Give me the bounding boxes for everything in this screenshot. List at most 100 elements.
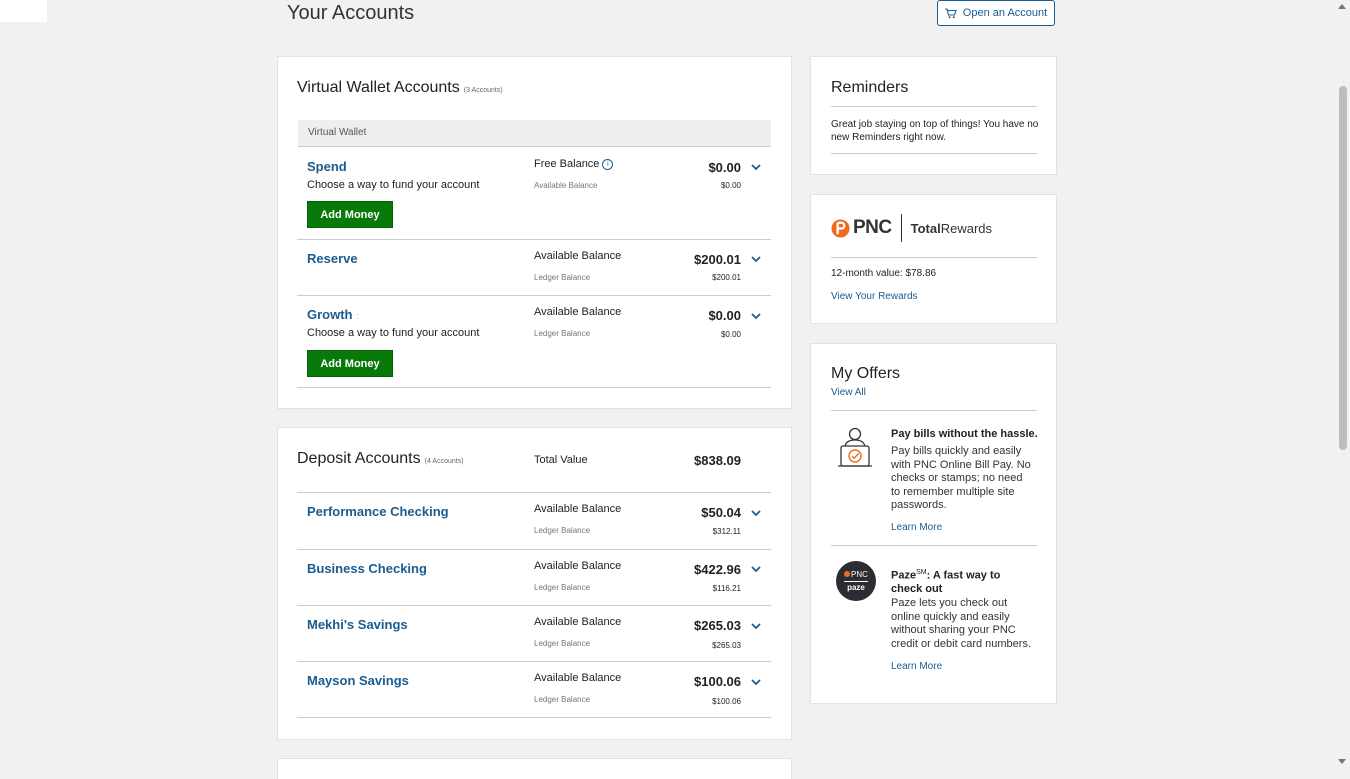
divider bbox=[297, 239, 771, 240]
paze-logo-word: paze bbox=[844, 581, 868, 592]
amount-sub-growth: $0.00 bbox=[720, 330, 741, 339]
offer-title-paze: PazeSM: A fast way to check out bbox=[891, 566, 1031, 596]
divider bbox=[297, 549, 771, 550]
info-icon[interactable]: i bbox=[602, 158, 614, 170]
account-desc-spend: Choose a way to fund your account bbox=[307, 179, 480, 191]
add-money-button[interactable]: Add Money bbox=[307, 201, 393, 228]
paze-logo-pnc-dot bbox=[844, 571, 851, 577]
scroll-thumb[interactable] bbox=[1339, 86, 1347, 450]
amount-sub-reserve: $200.01 bbox=[712, 273, 741, 282]
account-name-mekhis-savings[interactable]: Mekhi's Savings bbox=[307, 617, 408, 632]
virtual-wallet-title-text: Virtual Wallet Accounts bbox=[297, 79, 460, 96]
offers-card: My Offers View All Pay bills without the… bbox=[811, 344, 1056, 703]
balance-sub-reserve: Ledger Balance bbox=[534, 273, 591, 282]
chevron-down-icon[interactable] bbox=[750, 676, 762, 688]
open-account-label: Open an Account bbox=[962, 7, 1048, 19]
add-money-button[interactable]: Add Money bbox=[307, 350, 393, 377]
chevron-down-icon[interactable] bbox=[750, 507, 762, 519]
account-name-spend[interactable]: Spend bbox=[307, 159, 347, 174]
deposit-count: (4 Accounts) bbox=[424, 458, 464, 465]
amount: $422.96 bbox=[694, 562, 741, 577]
divider bbox=[831, 410, 1037, 411]
balance-sub-spend: Available Balance bbox=[534, 181, 598, 190]
paze-sm: SM bbox=[916, 569, 927, 576]
virtual-wallet-subheader: Virtual Wallet bbox=[298, 120, 771, 147]
reminders-text: Great job staying on top of things! You … bbox=[831, 119, 1039, 143]
total-value-amount: $838.09 bbox=[694, 453, 741, 468]
offer-text-paze: Paze lets you check out online quickly a… bbox=[891, 597, 1032, 650]
chevron-down-icon[interactable] bbox=[750, 161, 762, 173]
balance-sub: Ledger Balance bbox=[534, 583, 591, 592]
divider bbox=[831, 545, 1037, 546]
divider bbox=[831, 106, 1037, 107]
amount: $100.06 bbox=[694, 674, 741, 689]
divider bbox=[831, 257, 1037, 258]
page-title: Your Accounts bbox=[287, 2, 415, 24]
learn-more-link[interactable]: Learn More bbox=[891, 661, 942, 672]
amount-sub-spend: $0.00 bbox=[720, 181, 741, 190]
balance-sub: Ledger Balance bbox=[534, 695, 591, 704]
balance-label-spend-text: Free Balance bbox=[534, 158, 600, 170]
balance-label: Available Balance bbox=[534, 672, 622, 684]
offer-title-bill-pay: Pay bills without the hassle. bbox=[891, 428, 1038, 440]
chevron-down-icon[interactable] bbox=[750, 253, 762, 265]
value-amount: $78.86 bbox=[905, 268, 937, 279]
account-name-business-checking[interactable]: Business Checking bbox=[307, 561, 427, 576]
scroll-up-arrow-icon[interactable] bbox=[1338, 4, 1346, 9]
corner-box bbox=[0, 0, 47, 22]
virtual-wallet-count: (3 Accounts) bbox=[463, 87, 503, 94]
account-name-reserve[interactable]: Reserve bbox=[307, 251, 358, 266]
balance-label-growth: Available Balance bbox=[534, 306, 622, 318]
pnc-logo-icon bbox=[831, 218, 850, 238]
balance-label-spend: Free Balance i bbox=[534, 158, 614, 170]
chevron-down-icon[interactable] bbox=[750, 620, 762, 632]
balance-label-reserve: Available Balance bbox=[534, 250, 622, 262]
scroll-down-arrow-icon[interactable] bbox=[1338, 759, 1346, 764]
balance-sub: Ledger Balance bbox=[534, 639, 591, 648]
divider bbox=[297, 387, 771, 388]
view-all-link[interactable]: View All bbox=[831, 387, 866, 398]
reminders-card: Reminders Great job staying on top of th… bbox=[811, 57, 1056, 174]
rewards-card: PNC TotalRewards 12-month value: $78.86 … bbox=[811, 195, 1056, 323]
virtual-wallet-card: Virtual Wallet Accounts (3 Accounts) Virt… bbox=[278, 57, 791, 408]
open-account-button[interactable]: Open an Account bbox=[937, 0, 1055, 26]
virtual-wallet-title: Virtual Wallet Accounts (3 Accounts) bbox=[297, 79, 503, 97]
paze-name: Paze bbox=[891, 569, 917, 582]
amount-reserve: $200.01 bbox=[694, 252, 741, 267]
chevron-down-icon[interactable] bbox=[750, 563, 762, 575]
balance-label: Available Balance bbox=[534, 616, 622, 628]
account-desc-growth: Choose a way to fund your account bbox=[307, 327, 480, 339]
account-name-mayson-savings[interactable]: Mayson Savings bbox=[307, 673, 409, 688]
balance-label: Available Balance bbox=[534, 503, 622, 515]
divider bbox=[297, 605, 771, 606]
offers-title: My Offers bbox=[831, 365, 901, 382]
deposit-title-text: Deposit Accounts bbox=[297, 450, 421, 467]
account-name-performance-checking[interactable]: Performance Checking bbox=[307, 504, 449, 519]
divider bbox=[297, 295, 771, 296]
amount: $50.04 bbox=[701, 505, 741, 520]
deposit-accounts-card: Deposit Accounts (4 Accounts) Total Value… bbox=[278, 428, 791, 739]
logo-separator bbox=[900, 214, 902, 242]
divider bbox=[831, 153, 1037, 154]
divider bbox=[297, 492, 771, 493]
scrollbar[interactable] bbox=[1335, 0, 1350, 768]
learn-more-link[interactable]: Learn More bbox=[891, 522, 942, 533]
chevron-down-icon[interactable] bbox=[750, 310, 762, 322]
bill-pay-icon bbox=[838, 427, 872, 467]
total-value-label: Total Value bbox=[534, 454, 588, 466]
twelve-month-value: 12-month value: $78.86 bbox=[831, 268, 936, 279]
amount-sub: $100.06 bbox=[712, 697, 741, 706]
pnc-total-rewards-logo: PNC TotalRewards bbox=[831, 214, 992, 242]
amount: $265.03 bbox=[694, 618, 741, 633]
pnc-brand: PNC bbox=[853, 217, 892, 238]
amount-sub: $116.21 bbox=[712, 584, 741, 593]
balance-sub-growth: Ledger Balance bbox=[534, 329, 591, 338]
divider bbox=[297, 717, 771, 718]
offer-text-bill-pay: Pay bills quickly and easily with PNC On… bbox=[891, 445, 1031, 511]
paze-logo-pnc-text: PNC bbox=[851, 570, 868, 579]
view-rewards-link[interactable]: View Your Rewards bbox=[831, 291, 918, 302]
next-card bbox=[278, 759, 791, 779]
cart-icon bbox=[944, 7, 957, 18]
amount-sub: $265.03 bbox=[712, 641, 741, 650]
account-name-growth-text[interactable]: Growth bbox=[307, 307, 353, 322]
